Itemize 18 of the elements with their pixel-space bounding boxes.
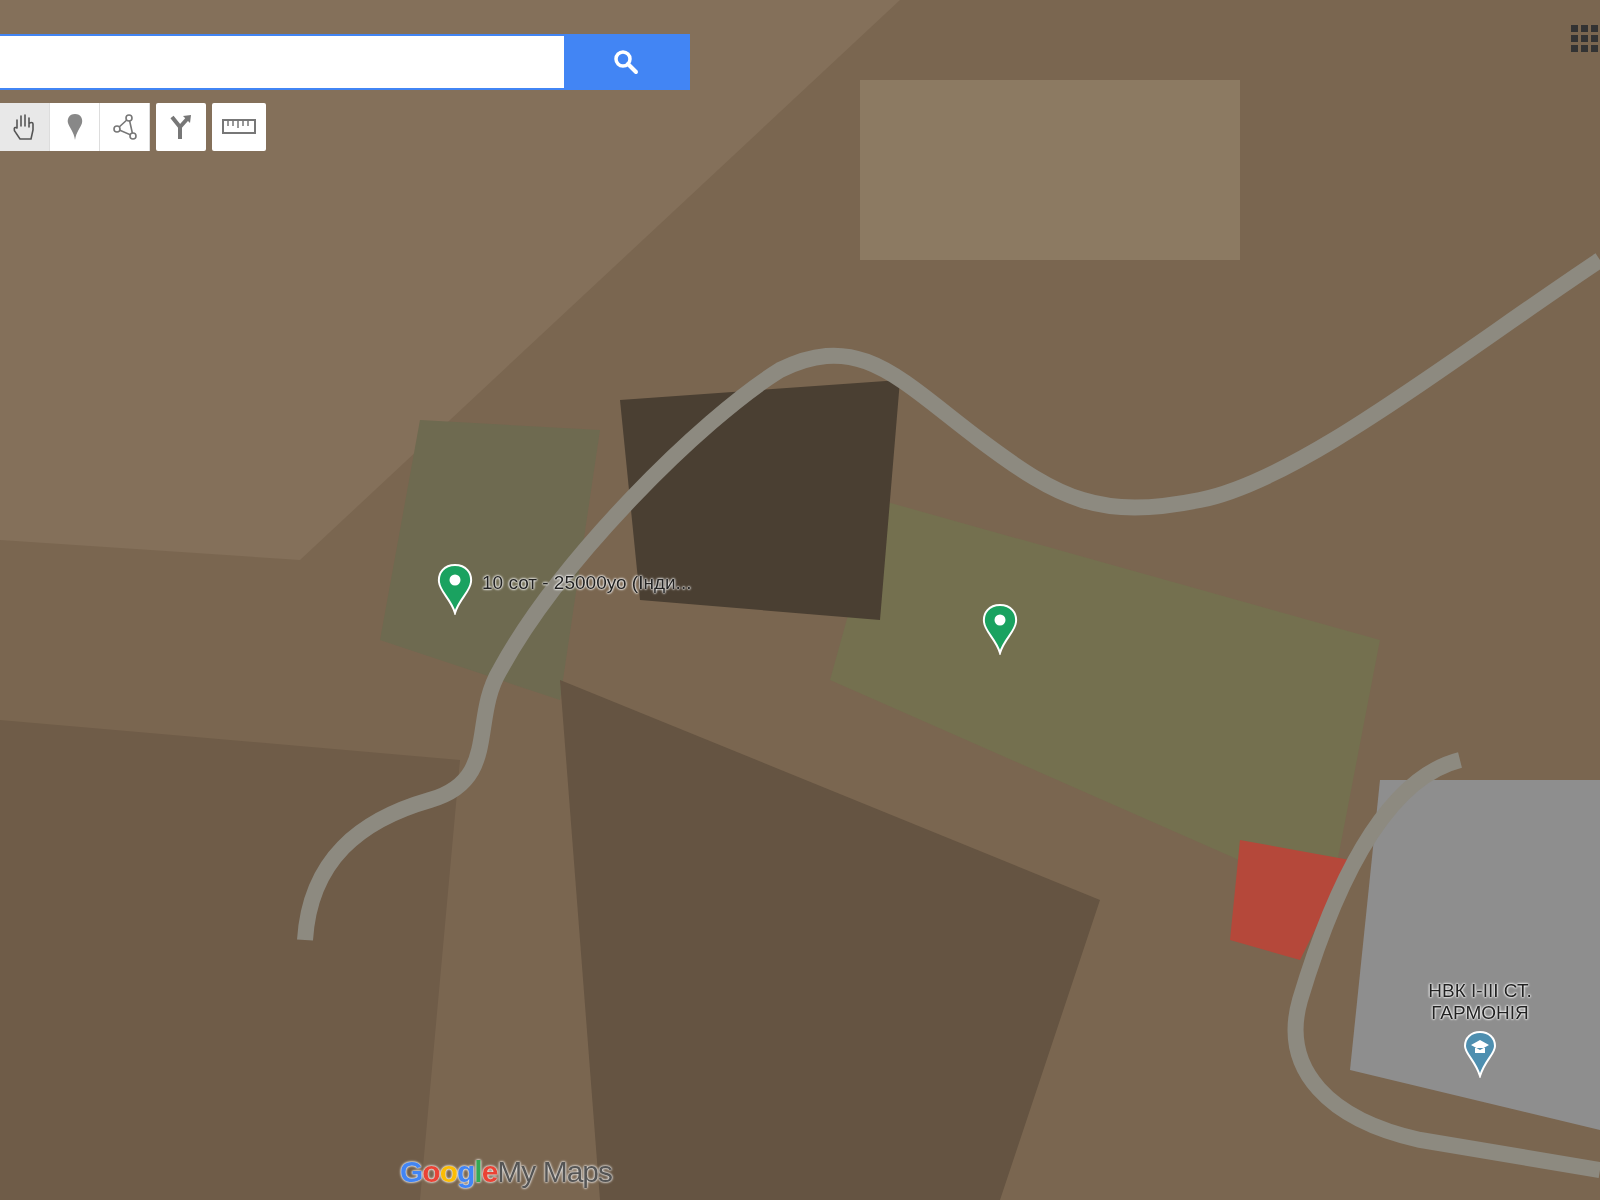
line-tool-button[interactable] (100, 103, 150, 151)
map-pin-icon[interactable] (436, 563, 474, 615)
apps-grid-icon[interactable] (1570, 24, 1600, 54)
search-icon (612, 48, 640, 76)
directions-icon (168, 113, 194, 141)
google-my-maps-logo: GoogleMy Maps (400, 1155, 613, 1189)
search-button[interactable] (564, 36, 688, 88)
ruler-tool-button[interactable] (212, 103, 266, 151)
map-pin-icon[interactable] (981, 603, 1019, 655)
line-icon (110, 112, 139, 142)
hand-tool-button[interactable] (0, 103, 50, 151)
ruler-icon (222, 118, 256, 136)
marker-tool-button[interactable] (50, 103, 100, 151)
school-pin-icon[interactable] (1463, 1029, 1497, 1078)
place-label: 10 сот - 25000уо (Інди... (482, 572, 692, 594)
directions-tool-button[interactable] (156, 103, 206, 151)
search-field[interactable] (0, 34, 690, 90)
place-label: НВК І-ІІІ СТ. ГАРМОНІЯ (1427, 980, 1533, 1024)
